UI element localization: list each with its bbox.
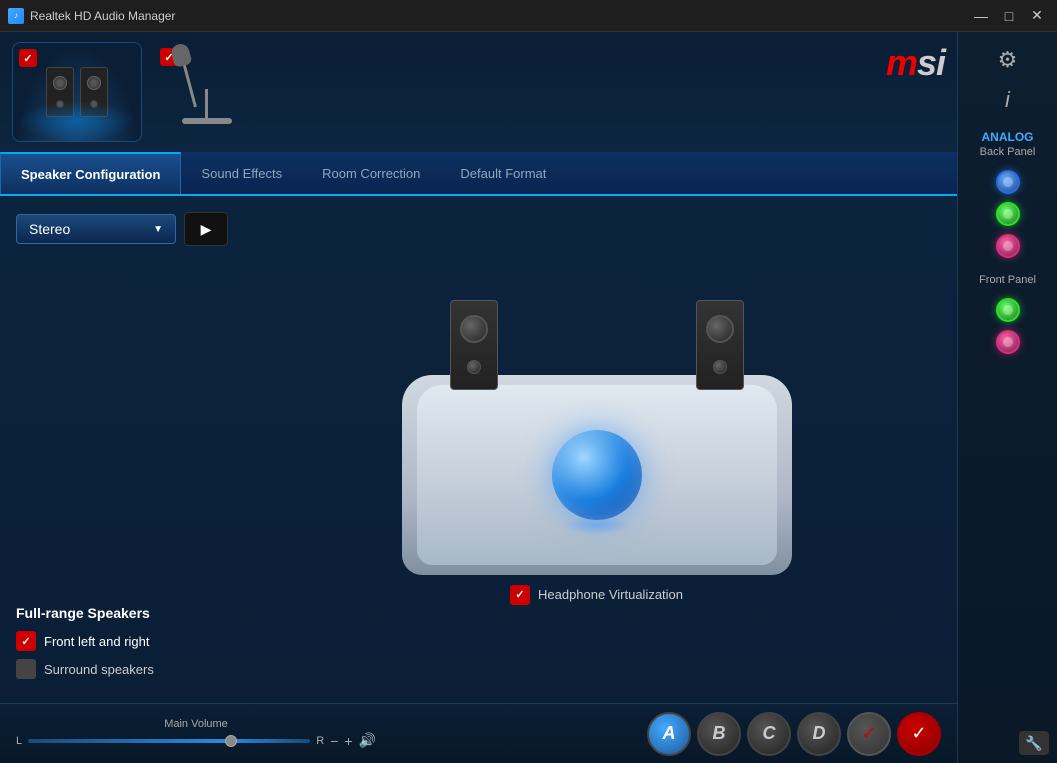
content-area: ✓ ✓ — [0, 32, 957, 763]
back-panel-label: Back Panel — [980, 146, 1036, 158]
headphone-virtualization-row: ✓ Headphone Virtualization — [510, 585, 683, 605]
stage-speaker-tweeter-right — [713, 360, 727, 374]
maximize-button[interactable]: □ — [997, 6, 1021, 26]
port-back-blue[interactable] — [996, 170, 1020, 194]
minimize-button[interactable]: — — [969, 6, 993, 26]
full-range-title: Full-range Speakers — [16, 605, 236, 621]
volume-label: Main Volume — [164, 718, 228, 730]
checkmark-button-2[interactable]: ✓ — [897, 712, 941, 756]
volume-minus-button[interactable]: − — [330, 733, 338, 749]
speaker-box-left — [46, 67, 74, 117]
main-container: ✓ ✓ — [0, 32, 1057, 763]
mic-arm — [182, 63, 197, 107]
info-icon[interactable]: i — [990, 82, 1026, 118]
port-front-pink[interactable] — [996, 330, 1020, 354]
dropdown-arrow-icon: ▼ — [153, 224, 163, 235]
r-label: R — [316, 735, 324, 747]
volume-slider[interactable] — [28, 739, 310, 743]
full-range-section: Full-range Speakers ✓ Front left and rig… — [16, 605, 236, 687]
tab-default-format[interactable]: Default Format — [440, 152, 566, 194]
top-section: ✓ ✓ — [0, 32, 957, 152]
mic-device[interactable]: ✓ — [154, 42, 274, 142]
window-controls: — □ ✕ — [969, 6, 1049, 26]
port-back-green[interactable] — [996, 202, 1020, 226]
analog-label: ANALOG — [982, 130, 1034, 144]
main-panel: Stereo ▼ ▶ Full-range Speakers ✓ Front l… — [0, 196, 957, 703]
port-back-pink[interactable] — [996, 234, 1020, 258]
speaker-stage — [382, 295, 812, 575]
speaker-device[interactable]: ✓ — [12, 42, 142, 142]
front-panel-label: Front Panel — [979, 274, 1036, 286]
speaker-cone-2 — [56, 100, 64, 108]
app-title: Realtek HD Audio Manager — [30, 9, 175, 23]
volume-section: Main Volume L R − + 🔊 — [16, 718, 376, 749]
speaker-check: ✓ — [19, 49, 37, 67]
bottom-bar: Main Volume L R − + 🔊 A B — [0, 703, 957, 763]
tab-room-correction[interactable]: Room Correction — [302, 152, 440, 194]
stage-speaker-cone-left — [460, 315, 488, 343]
title-bar-left: ♪ Realtek HD Audio Manager — [8, 8, 175, 24]
tab-sound-effects[interactable]: Sound Effects — [181, 152, 302, 194]
mic-stand — [174, 52, 254, 132]
tab-speaker-configuration[interactable]: Speaker Configuration — [0, 152, 181, 194]
tabs-area: Speaker Configuration Sound Effects Room… — [0, 152, 957, 196]
speaker-icon-group — [46, 67, 108, 117]
checkbox-unchecked-icon — [16, 659, 36, 679]
stage-speaker-tweeter-left — [467, 360, 481, 374]
volume-controls: L R − + 🔊 — [16, 732, 376, 749]
settings-icon[interactable]: ⚙ — [990, 42, 1026, 78]
speaker-box-right — [80, 67, 108, 117]
wrench-button[interactable]: 🔧 — [1019, 731, 1049, 755]
bottom-buttons: A B C D ✓ ✓ — [647, 712, 941, 756]
msi-logo-area: msi — [886, 42, 945, 84]
stage-speaker-left[interactable] — [450, 300, 498, 390]
checkmark-button-1[interactable]: ✓ — [847, 712, 891, 756]
speaker-mode-dropdown-area: Stereo ▼ ▶ — [16, 212, 236, 246]
left-controls: Stereo ▼ ▶ Full-range Speakers ✓ Front l… — [16, 212, 236, 687]
app-icon: ♪ — [8, 8, 24, 24]
title-bar: ♪ Realtek HD Audio Manager — □ ✕ — [0, 0, 1057, 32]
checkbox-surround[interactable]: Surround speakers — [16, 659, 236, 679]
right-sidebar: ⚙ i ANALOG Back Panel Front Panel 🔧 — [957, 32, 1057, 763]
volume-thumb[interactable] — [225, 735, 237, 747]
mic-base — [182, 118, 232, 124]
close-button[interactable]: ✕ — [1025, 6, 1049, 26]
stage-speaker-right[interactable] — [696, 300, 744, 390]
button-d[interactable]: D — [797, 712, 841, 756]
speaker-cone-1 — [53, 76, 67, 90]
button-b[interactable]: B — [697, 712, 741, 756]
speaker-visualization: ✓ Headphone Virtualization — [252, 212, 941, 687]
button-c[interactable]: C — [747, 712, 791, 756]
stage-speaker-cone-right — [706, 315, 734, 343]
headphone-virt-checkbox[interactable]: ✓ — [510, 585, 530, 605]
speaker-mode-select[interactable]: Stereo ▼ — [16, 214, 176, 244]
headphone-virt-label: Headphone Virtualization — [538, 587, 683, 602]
speaker-cone-4 — [90, 100, 98, 108]
msi-logo: msi — [886, 42, 945, 84]
blue-orb — [552, 430, 642, 520]
port-front-green[interactable] — [996, 298, 1020, 322]
l-label: L — [16, 735, 22, 747]
speaker-cone-3 — [87, 76, 101, 90]
checkbox-checked-icon: ✓ — [16, 631, 36, 651]
speaker-icon: 🔊 — [359, 732, 376, 749]
button-a[interactable]: A — [647, 712, 691, 756]
front-lr-label: Front left and right — [44, 634, 150, 649]
volume-plus-button[interactable]: + — [344, 733, 352, 749]
surround-label: Surround speakers — [44, 662, 154, 677]
checkbox-front-left-right[interactable]: ✓ Front left and right — [16, 631, 236, 651]
play-button[interactable]: ▶ — [184, 212, 228, 246]
